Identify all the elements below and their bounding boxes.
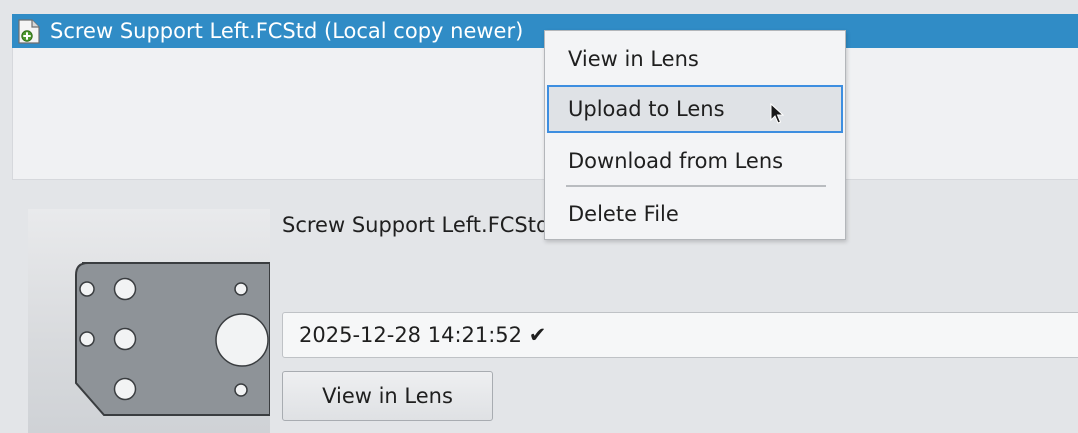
version-select[interactable]: 2025-12-28 14:21:52 ✔	[282, 312, 1078, 358]
menu-item-upload-to-lens[interactable]: Upload to Lens	[547, 85, 843, 133]
menu-item-view-in-lens[interactable]: View in Lens	[547, 35, 843, 83]
version-value: 2025-12-28 14:21:52 ✔	[299, 323, 547, 347]
view-in-lens-button[interactable]: View in Lens	[282, 371, 493, 421]
freecad-document-icon	[18, 19, 40, 44]
menu-item-delete-file[interactable]: Delete File	[547, 190, 843, 238]
context-menu: View in Lens Upload to Lens Download fro…	[544, 30, 846, 240]
menu-separator	[566, 185, 826, 187]
mouse-pointer-icon	[770, 102, 785, 125]
details-filename: Screw Support Left.FCStd	[282, 213, 550, 237]
file-title: Screw Support Left.FCStd (Local copy new…	[50, 19, 524, 43]
menu-item-download-from-lens[interactable]: Download from Lens	[547, 137, 843, 185]
part-thumbnail	[28, 209, 270, 433]
